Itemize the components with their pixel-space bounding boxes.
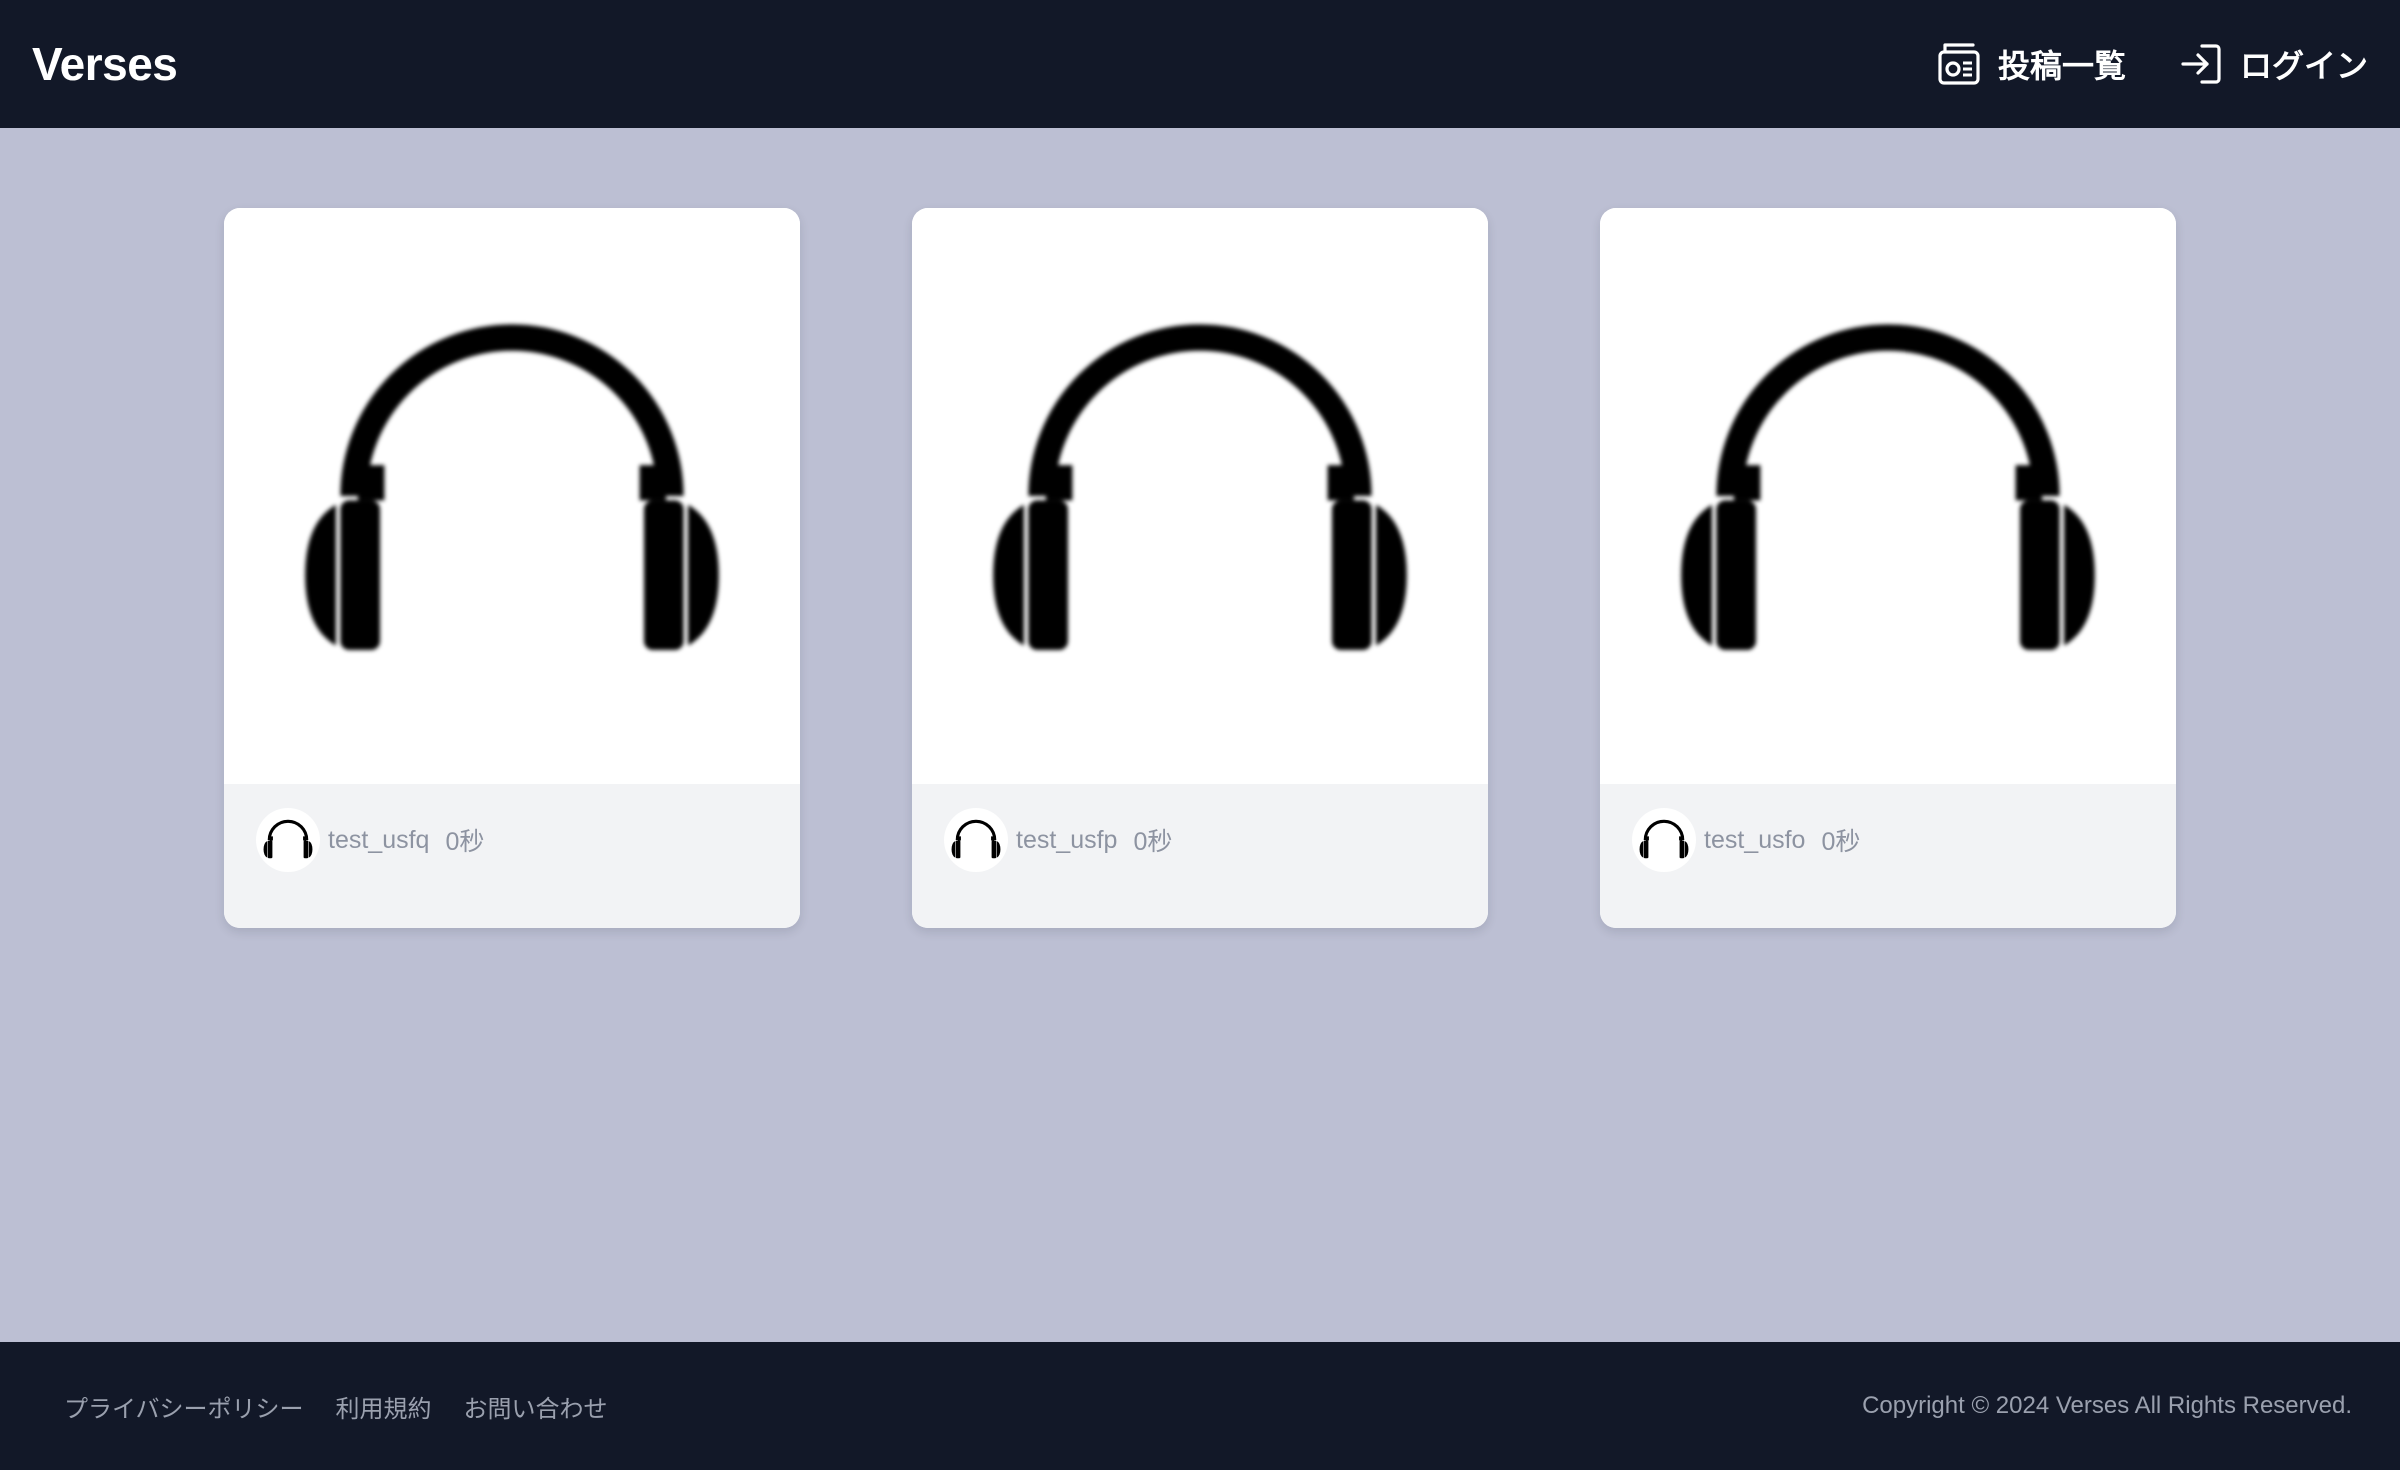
radio-icon <box>1936 41 1982 87</box>
privacy-policy-link[interactable]: プライバシーポリシー <box>64 1389 304 1424</box>
avatar[interactable] <box>256 808 320 872</box>
headphones-icon <box>262 814 314 866</box>
headphones-icon <box>980 276 1420 716</box>
post-image[interactable] <box>224 208 800 784</box>
nav-posts-label: 投稿一覧 <box>1997 48 2126 84</box>
post-image[interactable] <box>1600 208 2176 784</box>
post-card-footer: test_usfo 0秒 <box>1600 784 2176 928</box>
post-meta: test_usfo 0秒 <box>1632 808 1860 872</box>
post-card-footer: test_usfq 0秒 <box>224 784 800 928</box>
copyright-text: Copyright © 2024 Verses All Rights Reser… <box>1862 1392 2352 1419</box>
header-nav: 投稿一覧 ログイン <box>1884 41 2368 87</box>
post-image[interactable] <box>912 208 1488 784</box>
site-footer: プライバシーポリシー 利用規約 お問い合わせ Copyright © 2024 … <box>0 1342 2400 1470</box>
post-card[interactable]: test_usfp 0秒 <box>912 208 1488 928</box>
login-icon <box>2178 41 2224 87</box>
post-username[interactable]: test_usfo <box>1704 826 1805 855</box>
post-username[interactable]: test_usfq <box>328 826 429 855</box>
avatar[interactable] <box>1632 808 1696 872</box>
post-card-footer: test_usfp 0秒 <box>912 784 1488 928</box>
headphones-icon <box>1638 814 1690 866</box>
contact-link[interactable]: お問い合わせ <box>464 1389 608 1424</box>
post-card[interactable]: test_usfo 0秒 <box>1600 208 2176 928</box>
post-card[interactable]: test_usfq 0秒 <box>224 208 800 928</box>
footer-links: プライバシーポリシー 利用規約 お問い合わせ <box>64 1389 640 1424</box>
avatar[interactable] <box>944 808 1008 872</box>
headphones-icon <box>1668 276 2108 716</box>
post-timestamp: 0秒 <box>445 828 485 856</box>
post-grid: test_usfq 0秒 test_usfp 0秒 test_usfo 0秒 <box>0 128 2400 1342</box>
post-username[interactable]: test_usfp <box>1016 826 1117 855</box>
brand-logo[interactable]: Verses <box>32 37 178 91</box>
post-meta: test_usfq 0秒 <box>256 808 484 872</box>
nav-login-link[interactable]: ログイン <box>2178 41 2368 87</box>
post-meta: test_usfp 0秒 <box>944 808 1172 872</box>
post-timestamp: 0秒 <box>1821 828 1861 856</box>
site-header: Verses 投稿一覧 ログイン <box>0 0 2400 128</box>
nav-posts-link[interactable]: 投稿一覧 <box>1936 41 2126 87</box>
terms-link[interactable]: 利用規約 <box>336 1389 432 1424</box>
headphones-icon <box>292 276 732 716</box>
headphones-icon <box>950 814 1002 866</box>
post-timestamp: 0秒 <box>1133 828 1173 856</box>
nav-login-label: ログイン <box>2239 48 2368 84</box>
